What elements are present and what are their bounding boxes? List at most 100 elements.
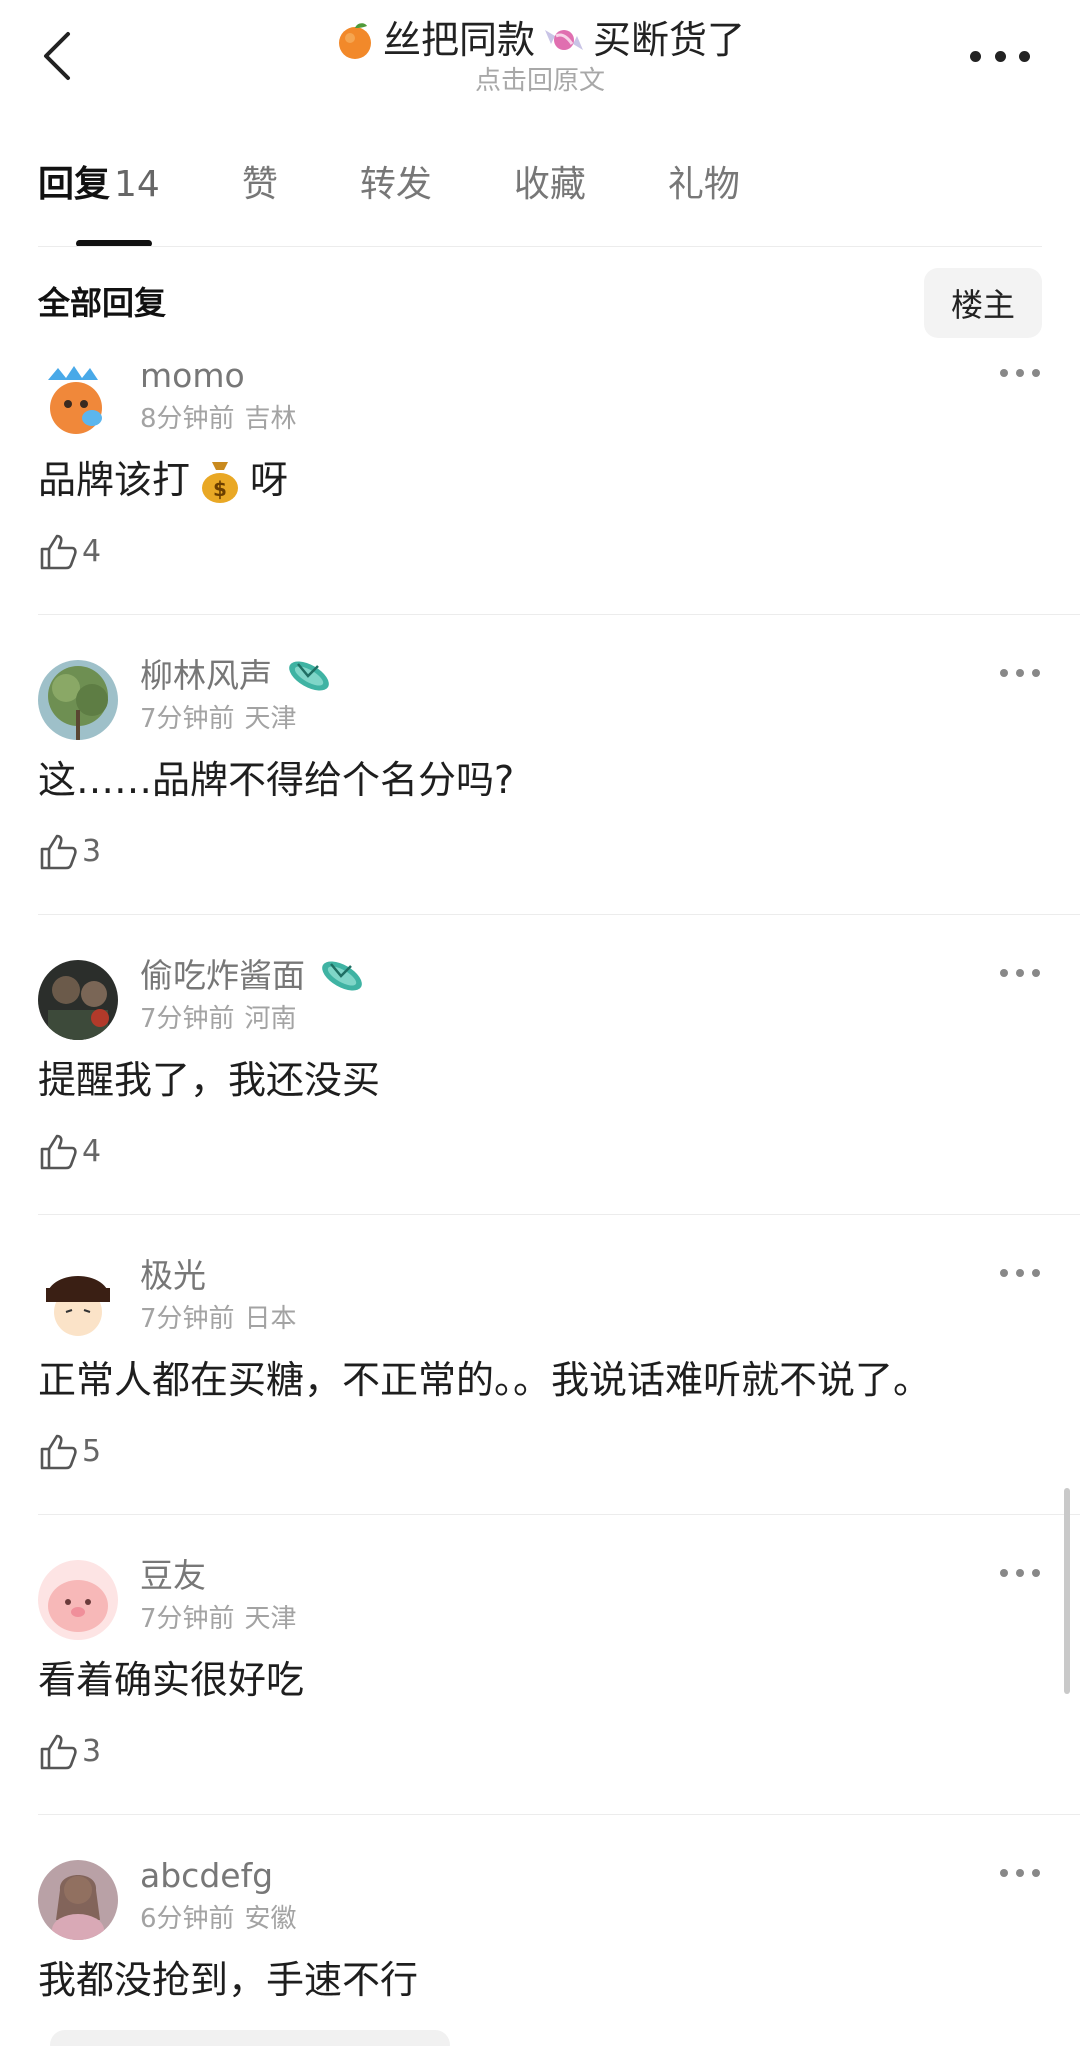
like-button[interactable]: 3	[38, 1732, 101, 1772]
comment-time: 6分钟前	[140, 1904, 235, 1934]
comment-item: momo 8分钟前 吉林 品牌该打 $ 呀 4	[0, 352, 1080, 652]
like-count: 4	[82, 1134, 102, 1169]
reply-input-bar[interactable]	[50, 2030, 450, 2046]
comment-meta: 6分钟前 安徽	[140, 1902, 297, 1936]
comment-more-button[interactable]	[1000, 666, 1040, 680]
comment-time: 7分钟前	[140, 1304, 235, 1334]
tab-likes[interactable]: 赞	[242, 160, 278, 230]
thumbs-up-icon	[40, 1134, 77, 1170]
avatar[interactable]	[38, 660, 118, 740]
thumbs-up-icon	[40, 534, 77, 570]
tab-favorites[interactable]: 收藏	[514, 160, 586, 230]
comment-location: 安徽	[244, 1904, 297, 1934]
like-count: 3	[82, 834, 102, 869]
like-button[interactable]: 5	[38, 1432, 101, 1472]
page-title: 丝把同款 买断货了	[335, 14, 745, 66]
tabs-divider	[38, 246, 1042, 247]
thumbs-up-icon	[40, 1434, 77, 1470]
username[interactable]: momo	[140, 354, 245, 398]
comment-item: 偷吃炸酱面 7分钟前 河南 提醒我了，我还没买 4	[0, 952, 1080, 1252]
tab-replies[interactable]: 回复 14	[38, 160, 160, 230]
money-bag-emoji-icon: $	[202, 462, 239, 503]
comment-more-button[interactable]	[1000, 1866, 1040, 1880]
username[interactable]: 极光	[140, 1254, 206, 1298]
avatar[interactable]	[38, 1260, 118, 1340]
avatar[interactable]	[38, 960, 118, 1040]
comment-text: 我都没抢到，手速不行	[38, 1958, 419, 2002]
owner-filter-button[interactable]: 楼主	[924, 268, 1042, 338]
comment-location: 天津	[244, 704, 297, 734]
title-text: 丝把同款	[382, 18, 535, 62]
username[interactable]: 豆友	[140, 1554, 206, 1598]
svg-text:$: $	[213, 477, 227, 501]
comment-text: 看着确实很好吃	[38, 1658, 305, 1702]
tab-gifts[interactable]: 礼物	[668, 160, 740, 230]
avatar-image	[38, 360, 118, 440]
avatar-image	[38, 1860, 118, 1940]
comment-meta: 8分钟前 吉林	[140, 402, 297, 436]
like-button[interactable]: 4	[38, 1132, 101, 1172]
comment-meta: 7分钟前 河南	[140, 1002, 297, 1036]
comment-location: 天津	[244, 1604, 297, 1634]
like-count: 4	[82, 534, 102, 569]
avatar[interactable]	[38, 1560, 118, 1640]
comment-more-button[interactable]	[1000, 1266, 1040, 1280]
avatar[interactable]	[38, 1860, 118, 1940]
comment-item: abcdefg 6分钟前 安徽 我都没抢到，手速不行	[0, 1852, 1080, 2046]
username[interactable]: abcdefg	[140, 1854, 273, 1898]
like-button[interactable]: 4	[38, 532, 101, 572]
username[interactable]: 偷吃炸酱面	[140, 954, 367, 998]
replies-count: 14	[114, 164, 160, 205]
comment-divider	[38, 1514, 1080, 1515]
tab-bar: 回复 14 赞 转发 收藏 礼物	[38, 160, 822, 230]
comment-time: 7分钟前	[140, 704, 235, 734]
comment-meta: 7分钟前 天津	[140, 702, 297, 736]
comment-meta: 7分钟前 日本	[140, 1302, 297, 1336]
flip-flop-badge-icon	[322, 961, 362, 991]
comment-more-button[interactable]	[1000, 1566, 1040, 1580]
scrollbar[interactable]	[1064, 1488, 1070, 1694]
comment-text: 这……品牌不得给个名分吗?	[38, 758, 515, 802]
all-replies-heading: 全部回复	[38, 284, 167, 322]
more-horizontal-icon	[970, 50, 1030, 62]
thumbs-up-icon	[40, 1734, 77, 1770]
comment-more-button[interactable]	[1000, 966, 1040, 980]
comment-item: 极光 7分钟前 日本 正常人都在买糖，不正常的。。我说话难听就不说了。 5	[0, 1252, 1080, 1552]
comment-divider	[38, 614, 1080, 615]
more-options-button[interactable]	[970, 36, 1030, 76]
flip-flop-badge-icon	[289, 661, 329, 691]
comment-meta: 7分钟前 天津	[140, 1602, 297, 1636]
comment-text: 正常人都在买糖，不正常的。。我说话难听就不说了。	[38, 1358, 932, 1402]
comment-item: 豆友 7分钟前 天津 看着确实很好吃 3	[0, 1552, 1080, 1852]
avatar-image	[38, 1560, 118, 1640]
top-bar: 丝把同款 买断货了 点击回原文	[0, 0, 1080, 110]
title-area[interactable]: 丝把同款 买断货了 点击回原文	[0, 14, 1080, 96]
avatar-image	[38, 1260, 118, 1340]
orange-emoji-icon	[338, 23, 371, 59]
comment-location: 河南	[244, 1004, 297, 1034]
comment-location: 吉林	[244, 404, 297, 434]
comment-text: 提醒我了，我还没买	[38, 1058, 381, 1102]
subtitle-back-to-post[interactable]: 点击回原文	[0, 66, 1080, 96]
comment-location: 日本	[244, 1304, 297, 1334]
like-button[interactable]: 3	[38, 832, 101, 872]
like-count: 3	[82, 1734, 102, 1769]
comment-time: 8分钟前	[140, 404, 235, 434]
comment-more-button[interactable]	[1000, 366, 1040, 380]
comment-divider	[38, 914, 1080, 915]
comment-text: 品牌该打 $ 呀	[38, 458, 289, 503]
avatar[interactable]	[38, 360, 118, 440]
avatar-image	[38, 960, 118, 1040]
avatar-image	[38, 660, 118, 740]
comment-item: 柳林风声 7分钟前 天津 这……品牌不得给个名分吗? 3	[0, 652, 1080, 952]
title-suffix-text: 买断货了	[593, 18, 746, 62]
tab-reposts[interactable]: 转发	[360, 160, 432, 230]
username[interactable]: 柳林风声	[140, 654, 334, 698]
comment-divider	[38, 1814, 1080, 1815]
comment-time: 7分钟前	[140, 1604, 235, 1634]
comment-time: 7分钟前	[140, 1004, 235, 1034]
like-count: 5	[82, 1434, 102, 1469]
thumbs-up-icon	[40, 834, 77, 870]
candy-emoji-icon	[545, 30, 583, 50]
comment-divider	[38, 1214, 1080, 1215]
